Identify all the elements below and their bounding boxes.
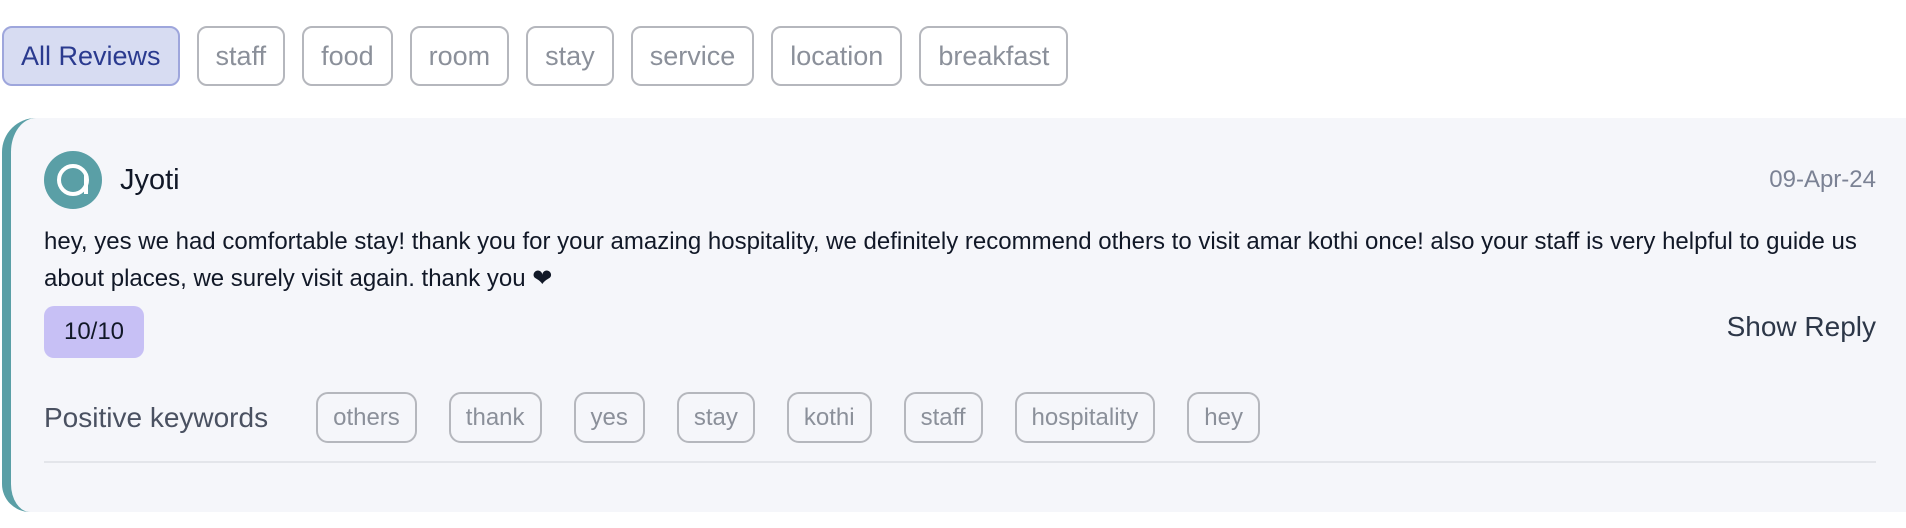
show-reply-button[interactable]: Show Reply bbox=[1727, 311, 1876, 343]
review-date: 09-Apr-24 bbox=[1769, 166, 1876, 193]
letter-a-avatar-icon bbox=[44, 151, 102, 209]
positive-keywords-row: Positive keywords others thank yes stay … bbox=[44, 392, 1260, 443]
keyword-list: others thank yes stay kothi staff hospit… bbox=[316, 392, 1260, 443]
keyword-tag: kothi bbox=[786, 392, 872, 443]
review-filter-tabs: All Reviews staff food room stay service… bbox=[2, 26, 1069, 86]
keyword-tag: stay bbox=[676, 392, 755, 443]
filter-chip-room[interactable]: room bbox=[409, 26, 510, 86]
review-card: Jyoti 09-Apr-24 hey, yes we had comforta… bbox=[2, 118, 1906, 512]
filter-chip-staff[interactable]: staff bbox=[196, 26, 286, 86]
filter-chip-stay[interactable]: stay bbox=[526, 26, 614, 86]
keyword-tag: hey bbox=[1187, 392, 1260, 443]
keyword-tag: staff bbox=[903, 392, 983, 443]
keyword-tag: yes bbox=[573, 392, 645, 443]
review-header: Jyoti 09-Apr-24 bbox=[44, 151, 1876, 209]
filter-chip-service[interactable]: service bbox=[630, 26, 755, 86]
reviewer-name: Jyoti bbox=[120, 163, 180, 196]
filter-chip-breakfast[interactable]: breakfast bbox=[919, 26, 1069, 86]
keyword-tag: others bbox=[316, 392, 417, 443]
keyword-tag: thank bbox=[448, 392, 542, 443]
divider bbox=[44, 461, 1876, 463]
filter-chip-food[interactable]: food bbox=[302, 26, 393, 86]
score-badge: 10/10 bbox=[44, 306, 144, 358]
filter-chip-location[interactable]: location bbox=[771, 26, 903, 86]
filter-chip-all-reviews[interactable]: All Reviews bbox=[2, 26, 180, 86]
review-text: hey, yes we had comfortable stay! thank … bbox=[44, 228, 1857, 292]
keyword-tag: hospitality bbox=[1014, 392, 1156, 443]
positive-keywords-label: Positive keywords bbox=[44, 401, 269, 433]
